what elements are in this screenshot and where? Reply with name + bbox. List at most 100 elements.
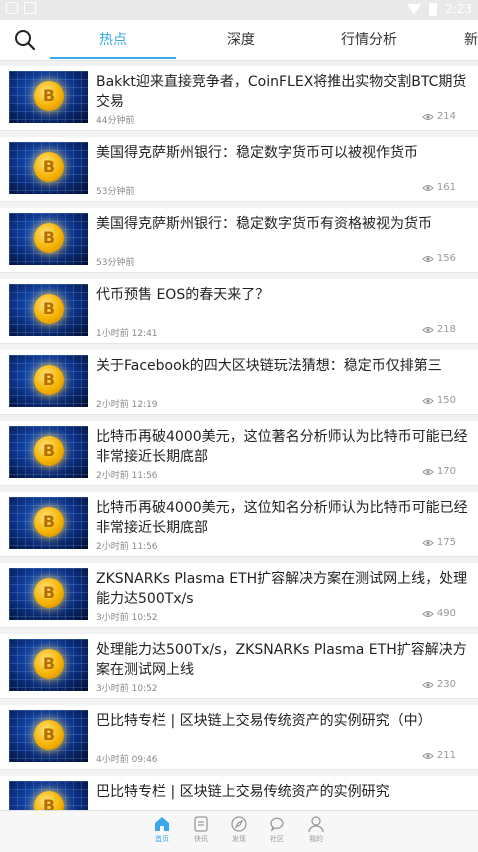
search-icon[interactable]	[14, 29, 36, 51]
article-thumbnail: B	[9, 142, 88, 194]
article-thumbnail: B	[9, 710, 88, 762]
article-views: 230	[422, 679, 456, 690]
nav-news-label: 快讯	[194, 835, 208, 843]
nav-home-label: 首页	[155, 835, 169, 843]
user-icon	[308, 816, 324, 833]
nav-profile-label: 我的	[309, 835, 323, 843]
chat-icon	[270, 817, 284, 832]
article-title: Bakkt迎来直接竞争者，CoinFLEX将推出实物交割BTC期货交易	[96, 74, 467, 110]
article-time: 3小时前 10:52	[96, 684, 158, 694]
article-title: 代币预售 EOS的春天来了？	[96, 287, 270, 303]
article-item[interactable]: B 处理能力达500Tx/s，ZKSNARKs Plasma ETH扩容解决方案在…	[0, 634, 478, 699]
view-count: 150	[436, 395, 456, 406]
article-item[interactable]: B 美国得克萨斯州银行：稳定数字货币可以被视作货币 53分钟前 161	[0, 137, 478, 202]
nav-community-label: 社区	[270, 835, 284, 843]
article-views: 490	[422, 608, 456, 619]
eye-icon	[422, 113, 434, 120]
eye-icon	[422, 326, 434, 333]
article-item[interactable]: B Bakkt迎来直接竞争者，CoinFLEX将推出实物交割BTC期货交易 44分钟…	[0, 66, 478, 131]
bitcoin-icon: B	[34, 436, 64, 466]
battery-icon	[429, 2, 438, 16]
bitcoin-icon: B	[34, 365, 64, 395]
article-title: 巴比特专栏 | 区块链上交易传统资产的实例研究	[96, 784, 390, 800]
article-title: 比特币再破4000美元，这位知名分析师认为比特币可能已经非常接近长期底部	[96, 500, 468, 536]
article-item[interactable]: B 美国得克萨斯州银行：稳定数字货币有资格被视为货币 53分钟前 156	[0, 208, 478, 273]
notification-icon-2	[24, 2, 36, 14]
article-thumbnail: B	[9, 497, 88, 549]
article-title: 关于Facebook的四大区块链玩法猜想：稳定币仅排第三	[96, 358, 442, 374]
eye-icon	[422, 397, 434, 404]
article-item[interactable]: B 比特币再破4000美元，这位著名分析师认为比特币可能已经非常接近长期底部 2小时…	[0, 421, 478, 486]
view-count: 156	[436, 253, 456, 264]
article-time: 1小时前 12:41	[96, 329, 158, 339]
eye-icon	[422, 539, 434, 546]
article-item[interactable]: B 比特币再破4000美元，这位知名分析师认为比特币可能已经非常接近长期底部 2小时…	[0, 492, 478, 557]
article-time: 44分钟前	[96, 116, 135, 126]
article-title: 比特币再破4000美元，这位著名分析师认为比特币可能已经非常接近长期底部	[96, 429, 468, 465]
bitcoin-icon: B	[34, 81, 64, 111]
active-tab-indicator	[50, 57, 176, 59]
nav-profile[interactable]: 我的	[296, 815, 336, 844]
article-time: 2小时前 11:56	[96, 542, 158, 552]
status-time: 2:23	[445, 2, 472, 16]
bitcoin-icon: B	[34, 649, 64, 679]
bitcoin-icon: B	[34, 507, 64, 537]
article-views: 214	[422, 111, 456, 122]
bitcoin-icon: B	[34, 720, 64, 750]
bitcoin-icon: B	[34, 294, 64, 324]
article-time: 53分钟前	[96, 258, 135, 268]
view-count: 170	[436, 466, 456, 477]
article-item[interactable]: B 巴比特专栏 | 区块链上交易传统资产的实例研究（中） 4小时前 09:46 211	[0, 705, 478, 770]
article-views: 170	[422, 466, 456, 477]
article-title: 美国得克萨斯州银行：稳定数字货币有资格被视为货币	[96, 216, 432, 232]
top-tab-bar: 热点 深度 行情分析 新	[0, 20, 478, 61]
bitcoin-icon: B	[34, 152, 64, 182]
article-thumbnail: B	[9, 213, 88, 265]
nav-home[interactable]: 首页	[142, 815, 182, 844]
document-icon	[194, 816, 208, 832]
bitcoin-icon: B	[34, 578, 64, 608]
article-item[interactable]: B 代币预售 EOS的春天来了？ 1小时前 12:41 218	[0, 279, 478, 344]
bitcoin-icon: B	[34, 223, 64, 253]
nav-discover[interactable]: 发现	[219, 815, 259, 844]
article-views: 218	[422, 324, 456, 335]
notification-icon	[6, 2, 18, 14]
tab-depth[interactable]: 深度	[176, 20, 306, 60]
compass-icon	[231, 816, 247, 832]
article-views: 156	[422, 253, 456, 264]
article-item[interactable]: B 关于Facebook的四大区块链玩法猜想：稳定币仅排第三 2小时前 12:19 1…	[0, 350, 478, 415]
article-views: 161	[422, 182, 456, 193]
tab-hot[interactable]: 热点	[50, 20, 176, 60]
article-thumbnail: B	[9, 568, 88, 620]
article-time: 4小时前 09:46	[96, 755, 158, 765]
view-count: 230	[436, 679, 456, 690]
article-thumbnail: B	[9, 639, 88, 691]
article-thumbnail: B	[9, 284, 88, 336]
article-title: 巴比特专栏 | 区块链上交易传统资产的实例研究（中）	[96, 713, 432, 729]
eye-icon	[422, 610, 434, 617]
article-time: 2小时前 12:19	[96, 400, 158, 410]
view-count: 175	[436, 537, 456, 548]
nav-discover-label: 发现	[232, 835, 246, 843]
view-count: 490	[436, 608, 456, 619]
tab-market-analysis[interactable]: 行情分析	[306, 20, 432, 60]
nav-news[interactable]: 快讯	[181, 815, 221, 844]
article-item[interactable]: B ZKSNARKs Plasma ETH扩容解决方案在测试网上线，处理能力达50…	[0, 563, 478, 628]
eye-icon	[422, 468, 434, 475]
view-count: 218	[436, 324, 456, 335]
article-thumbnail: B	[9, 426, 88, 478]
view-count: 211	[436, 750, 456, 761]
status-bar: 2:23	[0, 0, 478, 20]
tab-new[interactable]: 新	[464, 20, 478, 60]
home-icon	[155, 817, 169, 831]
eye-icon	[422, 681, 434, 688]
article-thumbnail: B	[9, 71, 88, 123]
article-title: 美国得克萨斯州银行：稳定数字货币可以被视作货币	[96, 145, 418, 161]
article-views: 175	[422, 537, 456, 548]
article-time: 53分钟前	[96, 187, 135, 197]
wifi-icon	[407, 3, 422, 15]
article-time: 3小时前 10:52	[96, 613, 158, 623]
nav-community[interactable]: 社区	[257, 815, 297, 844]
article-title: 处理能力达500Tx/s，ZKSNARKs Plasma ETH扩容解决方案在测…	[96, 642, 467, 678]
view-count: 214	[436, 111, 456, 122]
